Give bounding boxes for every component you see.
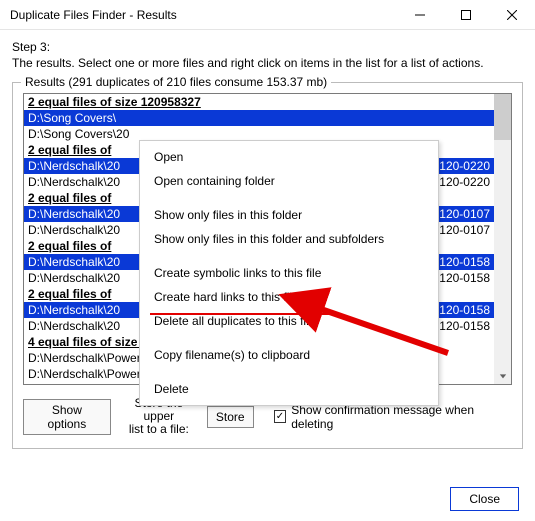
context-menu-item[interactable]: Copy filename(s) to clipboard — [140, 343, 438, 367]
step-description: The results. Select one or more files an… — [12, 56, 523, 70]
dialog-footer: Close — [450, 487, 519, 511]
step-heading: Step 3: — [12, 40, 523, 54]
context-menu-item[interactable]: Create hard links to this file — [140, 285, 438, 309]
window-buttons — [397, 0, 535, 30]
context-menu-item[interactable]: Open — [140, 145, 438, 169]
context-menu-item[interactable]: Delete — [140, 377, 438, 401]
maximize-button[interactable] — [443, 0, 489, 30]
scroll-thumb[interactable] — [494, 94, 511, 140]
context-menu-item[interactable]: Show only files in this folder and subfo… — [140, 227, 438, 251]
confirm-checkbox[interactable]: ✓ — [274, 410, 287, 423]
annotation-underline — [150, 313, 330, 315]
context-menu: OpenOpen containing folder Show only file… — [139, 140, 439, 406]
titlebar: Duplicate Files Finder - Results — [0, 0, 535, 30]
results-legend: Results (291 duplicates of 210 files con… — [21, 75, 331, 89]
scroll-down-arrow[interactable] — [494, 367, 511, 384]
context-menu-item[interactable]: Show only files in this folder — [140, 203, 438, 227]
context-menu-item[interactable]: Open containing folder — [140, 169, 438, 193]
show-options-button[interactable]: Show options — [23, 399, 111, 435]
window-title: Duplicate Files Finder - Results — [10, 8, 397, 22]
group-header: 2 equal files of size 120958327 — [24, 94, 494, 110]
store-button[interactable]: Store — [207, 406, 254, 428]
file-row[interactable]: D:\Song Covers\ — [24, 110, 494, 126]
close-window-button[interactable] — [489, 0, 535, 30]
context-menu-item[interactable]: Create symbolic links to this file — [140, 261, 438, 285]
confirm-label: Show confirmation message when deleting — [291, 403, 512, 431]
close-button[interactable]: Close — [450, 487, 519, 511]
minimize-button[interactable] — [397, 0, 443, 30]
vertical-scrollbar[interactable] — [494, 94, 511, 384]
